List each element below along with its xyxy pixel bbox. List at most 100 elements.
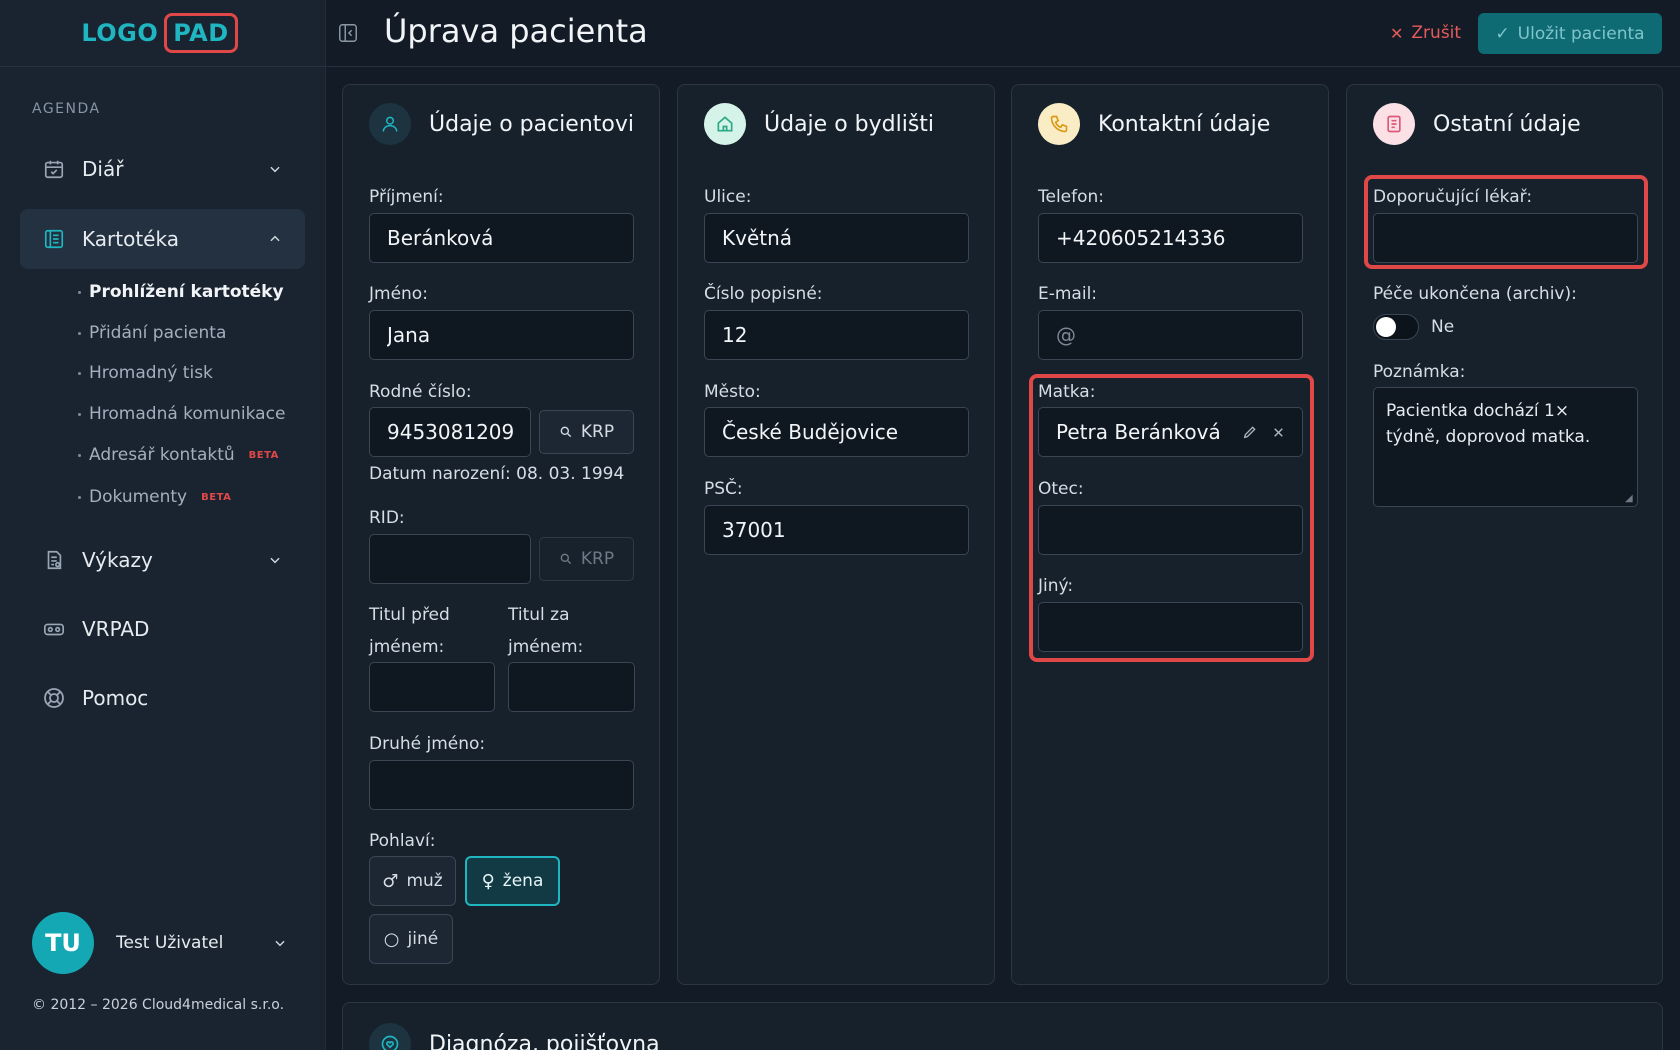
- krp-lookup-button[interactable]: KRP: [539, 410, 634, 454]
- city-field[interactable]: České Budějovice: [704, 407, 969, 457]
- pencil-icon[interactable]: [1242, 424, 1258, 440]
- gender-male-button[interactable]: ♂ muž: [369, 856, 456, 906]
- gender-other-button[interactable]: ○ jiné: [369, 914, 453, 964]
- sidebar-item-label: Výkazy: [82, 548, 153, 572]
- title-before-label: Titul před: [369, 605, 450, 625]
- sidebar-item-card-file[interactable]: Kartotéka: [20, 209, 305, 269]
- user-name: Test Uživatel: [116, 933, 224, 953]
- birth-date-text: Datum narození: 08. 03. 1994: [369, 464, 625, 484]
- sidebar-toggle-icon[interactable]: [335, 20, 361, 46]
- title-after-label-line2: jménem:: [508, 637, 584, 657]
- save-patient-button[interactable]: ✓ Uložit pacienta: [1478, 13, 1662, 54]
- sidebar-item-help[interactable]: Pomoc: [20, 668, 305, 728]
- logo[interactable]: LOGO PAD: [81, 13, 238, 53]
- male-icon: ♂: [382, 870, 399, 892]
- zip-label: PSČ:: [704, 479, 743, 499]
- cancel-button[interactable]: ✕ Zrušit: [1390, 20, 1461, 46]
- card-title: Diagnóza, pojišťovna: [429, 1031, 660, 1050]
- surname-field[interactable]: Beránková: [369, 213, 634, 263]
- email-field[interactable]: @: [1038, 310, 1303, 360]
- resize-handle-icon[interactable]: ◢: [1625, 494, 1635, 504]
- middle-name-label: Druhé jméno:: [369, 734, 486, 754]
- residence-card: Údaje o bydlišti Ulice: Květná Číslo pop…: [677, 84, 995, 985]
- house-number-field[interactable]: 12: [704, 310, 969, 360]
- gender-female-button[interactable]: ♀ žena: [465, 856, 560, 906]
- subitem-label: Prohlížení kartotéky: [89, 282, 284, 302]
- father-field[interactable]: [1038, 505, 1303, 555]
- email-label: E-mail:: [1038, 284, 1098, 304]
- zip-field[interactable]: 37001: [704, 505, 969, 555]
- title-before-label-line2: jménem:: [369, 637, 445, 657]
- sidebar-item-vrpad[interactable]: VRPAD: [20, 599, 305, 659]
- user-menu[interactable]: TU Test Uživatel: [32, 912, 287, 974]
- street-field[interactable]: Květná: [704, 213, 969, 263]
- mother-value: Petra Beránková: [1056, 420, 1221, 444]
- name-value: Jana: [387, 323, 431, 347]
- chevron-down-icon: [265, 159, 285, 179]
- archive-value: Ne: [1431, 317, 1455, 337]
- sidebar-subitem-bulk-print[interactable]: Hromadný tisk: [78, 363, 213, 383]
- sidebar-item-label: VRPAD: [82, 617, 150, 641]
- subitem-label: Hromadná komunikace: [89, 404, 286, 424]
- subitem-label: Dokumenty: [89, 487, 188, 507]
- archive-toggle[interactable]: [1373, 314, 1419, 340]
- krp-label: KRP: [580, 549, 615, 569]
- note-textarea[interactable]: Pacientka dochází 1× týdně, doprovod mat…: [1373, 387, 1638, 507]
- mother-label: Matka:: [1038, 382, 1096, 402]
- other-card: Ostatní údaje Doporučující lékař: Péče u…: [1346, 84, 1663, 985]
- phone-field[interactable]: +420605214336: [1038, 213, 1303, 263]
- card-header: Kontaktní údaje: [1038, 103, 1270, 145]
- sidebar-subitem-contacts[interactable]: Adresář kontaktů BETA: [78, 445, 279, 465]
- check-icon: ✓: [1495, 23, 1510, 44]
- street-label: Ulice:: [704, 187, 752, 207]
- section-label: AGENDA: [32, 101, 101, 117]
- bullet-icon: [78, 495, 81, 499]
- sidebar-item-reports[interactable]: Výkazy: [20, 530, 305, 590]
- logo-text-a: LOGO: [81, 19, 159, 47]
- card-header: Ostatní údaje: [1373, 103, 1581, 145]
- surname-value: Beránková: [387, 226, 494, 250]
- subitem-label: Přidání pacienta: [89, 323, 227, 343]
- mother-field[interactable]: Petra Beránková: [1038, 407, 1303, 457]
- card-file-icon: [42, 227, 66, 251]
- gender-option-label: muž: [406, 871, 443, 891]
- name-field[interactable]: Jana: [369, 310, 634, 360]
- sidebar-subitem-browse[interactable]: Prohlížení kartotéky: [78, 282, 284, 302]
- bullet-icon: [78, 290, 81, 294]
- bullet-icon: [78, 331, 81, 335]
- title-after-field[interactable]: [508, 662, 635, 712]
- referring-doctor-field[interactable]: [1373, 213, 1638, 263]
- copyright: © 2012 – 2026 Cloud4medical s.r.o.: [32, 997, 285, 1013]
- close-icon[interactable]: [1272, 426, 1285, 439]
- name-label: Jméno:: [369, 284, 428, 304]
- cancel-label: Zrušit: [1411, 23, 1462, 43]
- gender-option-label: jiné: [407, 929, 439, 949]
- sidebar-item-label: Pomoc: [82, 686, 149, 710]
- bullet-icon: [78, 453, 81, 457]
- sidebar-subitem-add-patient[interactable]: Přidání pacienta: [78, 323, 226, 343]
- archive-label: Péče ukončena (archiv):: [1373, 284, 1577, 304]
- phone-label: Telefon:: [1038, 187, 1105, 207]
- bullet-icon: [78, 371, 81, 375]
- father-label: Otec:: [1038, 479, 1084, 499]
- sidebar-subitem-documents[interactable]: Dokumenty BETA: [78, 487, 231, 507]
- chevron-down-icon: [265, 550, 285, 570]
- city-label: Město:: [704, 382, 761, 402]
- krp-rid-lookup-button[interactable]: KRP: [539, 537, 634, 581]
- sidebar-item-diary[interactable]: Diář: [20, 139, 305, 199]
- sidebar-subitem-bulk-communication[interactable]: Hromadná komunikace: [78, 404, 285, 424]
- title-before-field[interactable]: [369, 662, 495, 712]
- phone-icon: [1038, 103, 1080, 145]
- user-icon: [369, 103, 411, 145]
- contact-card: Kontaktní údaje Telefon: +420605214336 E…: [1011, 84, 1329, 985]
- house-number-label: Číslo popisné:: [704, 284, 823, 304]
- middle-name-field[interactable]: [369, 760, 634, 810]
- subitem-label: Adresář kontaktů: [89, 445, 235, 465]
- patient-card: Údaje o pacientovi Příjmení: Beránková J…: [342, 84, 660, 985]
- other-contact-field[interactable]: [1038, 602, 1303, 652]
- birth-number-field[interactable]: 9453081209: [369, 407, 531, 457]
- other-contact-label: Jiný:: [1038, 576, 1074, 596]
- card-title: Údaje o pacientovi: [429, 111, 634, 137]
- email-placeholder: @: [1056, 323, 1076, 347]
- rid-field[interactable]: [369, 534, 531, 584]
